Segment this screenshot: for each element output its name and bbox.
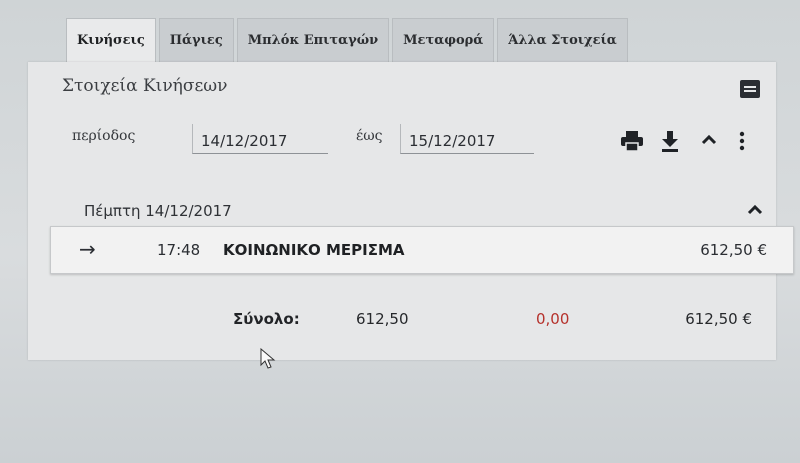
tab-alla-stoixeia[interactable]: Άλλα Στοιχεία [497, 18, 628, 64]
totals-debit: 0,00 [536, 310, 570, 328]
date-from-field[interactable]: 14/12/2017 [192, 124, 328, 154]
tab-blok-epitagon[interactable]: Μπλόκ Επιταγών [236, 18, 390, 64]
direction-arrow-icon: → [79, 237, 96, 261]
print-icon[interactable] [620, 130, 643, 152]
date-to-field[interactable]: 15/12/2017 [400, 124, 534, 154]
totals-balance: 612,50 € [685, 310, 752, 328]
list-menu-icon[interactable] [740, 80, 760, 98]
transaction-description: ΚΟΙΝΩΝΙΚΟ ΜΕΡΙΣΜΑ [223, 241, 405, 259]
collapse-day-chevron-icon[interactable] [746, 202, 768, 220]
transaction-row[interactable]: → 17:48 ΚΟΙΝΩΝΙΚΟ ΜΕΡΙΣΜΑ 612,50 € [50, 226, 794, 274]
panel-title: Στοιχεία Κινήσεων [62, 76, 228, 96]
transaction-amount: 612,50 € [700, 241, 767, 259]
tab-bar: Κινήσεις Πάγιες Μπλόκ Επιταγών Μεταφορά … [66, 18, 628, 64]
tab-kiniseis[interactable]: Κινήσεις [66, 18, 156, 64]
more-vertical-icon[interactable] [738, 130, 760, 152]
transaction-time: 17:48 [157, 241, 201, 259]
chevron-up-icon[interactable] [700, 132, 722, 154]
totals-credit: 612,50 [356, 310, 409, 328]
download-icon[interactable] [660, 130, 682, 152]
tab-pagies[interactable]: Πάγιες [158, 18, 234, 64]
mouse-pointer-icon [260, 347, 276, 374]
transactions-panel: Στοιχεία Κινήσεων περίοδος 14/12/2017 έω… [28, 62, 794, 369]
tab-metafora[interactable]: Μεταφορά [392, 18, 495, 64]
day-group-header[interactable]: Πέμπτη 14/12/2017 [84, 202, 232, 220]
period-label: περίοδος [72, 128, 136, 144]
to-label: έως [356, 128, 383, 144]
totals-label: Σύνολο: [233, 310, 300, 328]
